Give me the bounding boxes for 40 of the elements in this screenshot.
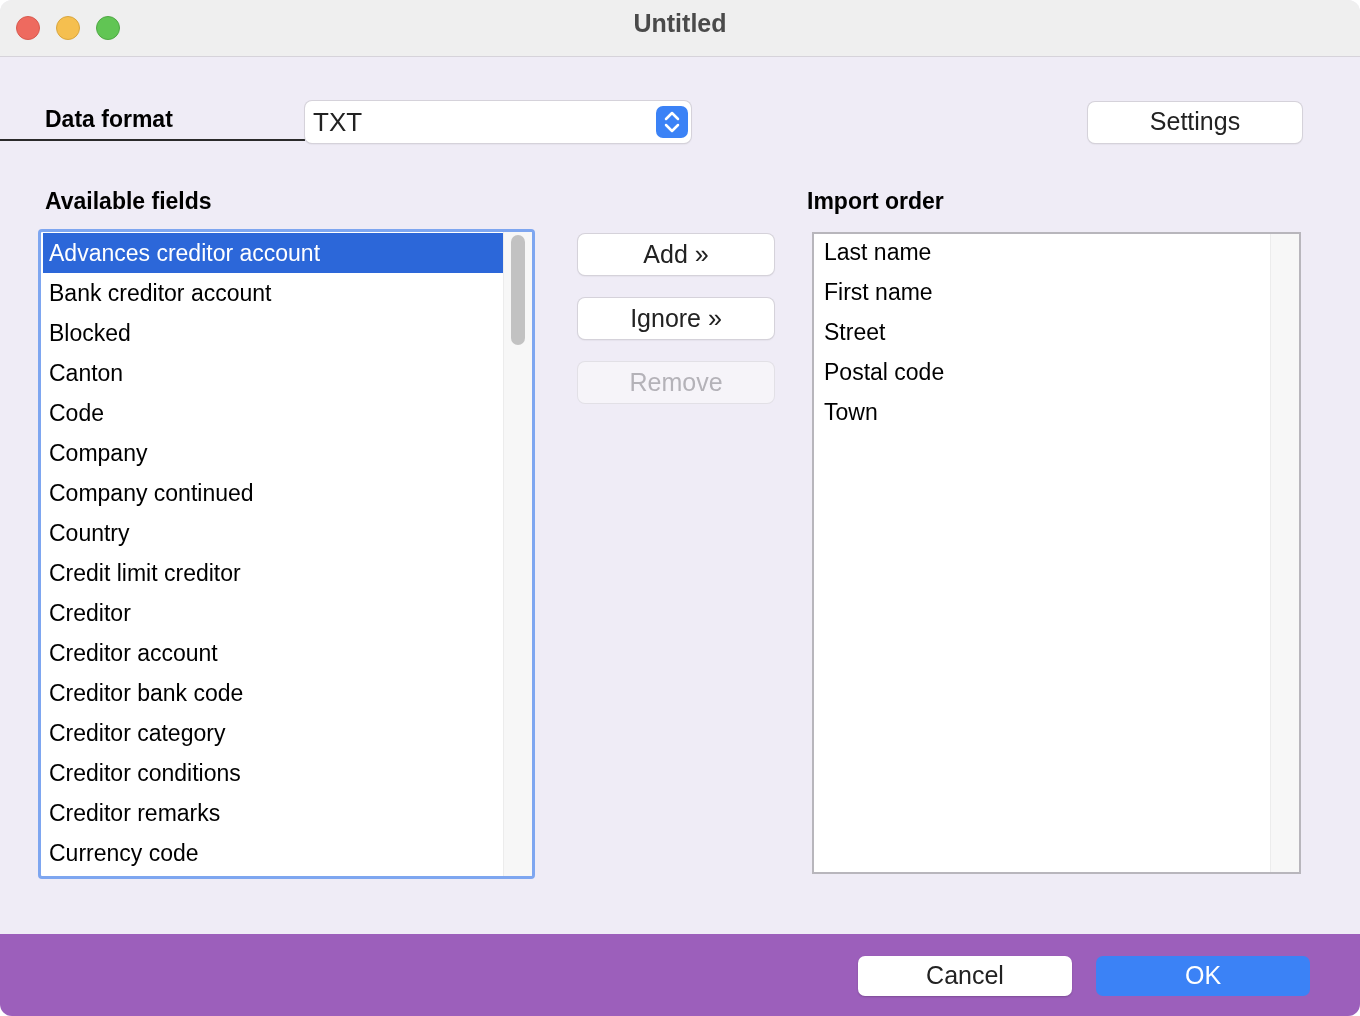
list-item[interactable]: Canton: [43, 353, 503, 393]
list-item[interactable]: Company: [43, 433, 503, 473]
list-item[interactable]: Creditor category: [43, 713, 503, 753]
list-item[interactable]: First name: [818, 272, 1270, 312]
list-item[interactable]: Company continued: [43, 473, 503, 513]
close-button[interactable]: [16, 16, 40, 40]
list-item[interactable]: Creditor bank code: [43, 673, 503, 713]
scrollbar[interactable]: [503, 232, 532, 876]
list-item[interactable]: Country: [43, 513, 503, 553]
scrollbar-thumb[interactable]: [511, 235, 525, 345]
settings-button[interactable]: Settings: [1088, 101, 1302, 143]
list-item[interactable]: Creditor account: [43, 633, 503, 673]
list-item[interactable]: Blocked: [43, 313, 503, 353]
list-item[interactable]: Credit limit creditor: [43, 553, 503, 593]
list-item[interactable]: Advances creditor account: [43, 233, 503, 273]
list-item[interactable]: Street: [818, 312, 1270, 352]
zoom-button[interactable]: [96, 16, 120, 40]
list-item[interactable]: Creditor: [43, 593, 503, 633]
action-button[interactable]: Add »: [578, 234, 774, 275]
window-title: Untitled: [633, 8, 727, 40]
import-order-list[interactable]: Last name First name Street Postal code Town: [812, 232, 1301, 874]
list-item[interactable]: Code: [43, 393, 503, 433]
minimize-button[interactable]: [56, 16, 80, 40]
list-item[interactable]: Creditor conditions: [43, 753, 503, 793]
list-item[interactable]: Bank creditor account: [43, 273, 503, 313]
data-format-dropdown[interactable]: TXT: [305, 101, 691, 143]
action-button[interactable]: Ignore »: [578, 298, 774, 339]
cancel-button[interactable]: Cancel: [858, 956, 1072, 996]
available-fields-list[interactable]: [38, 229, 535, 879]
available-fields-heading: Available fields: [44, 187, 213, 215]
list-item[interactable]: Creditor remarks: [43, 793, 503, 833]
list-item[interactable]: Last name: [818, 234, 1270, 272]
scrollbar[interactable]: [1270, 234, 1299, 872]
stepper-icon: [656, 106, 688, 138]
import-order-heading: Import order: [807, 187, 945, 215]
ok-button[interactable]: OK: [1096, 956, 1310, 996]
list-item[interactable]: Town: [818, 392, 1270, 432]
list-item[interactable]: Currency code: [43, 833, 503, 873]
list-item[interactable]: Postal code: [818, 352, 1270, 392]
data-format-label: Data format: [45, 104, 173, 134]
